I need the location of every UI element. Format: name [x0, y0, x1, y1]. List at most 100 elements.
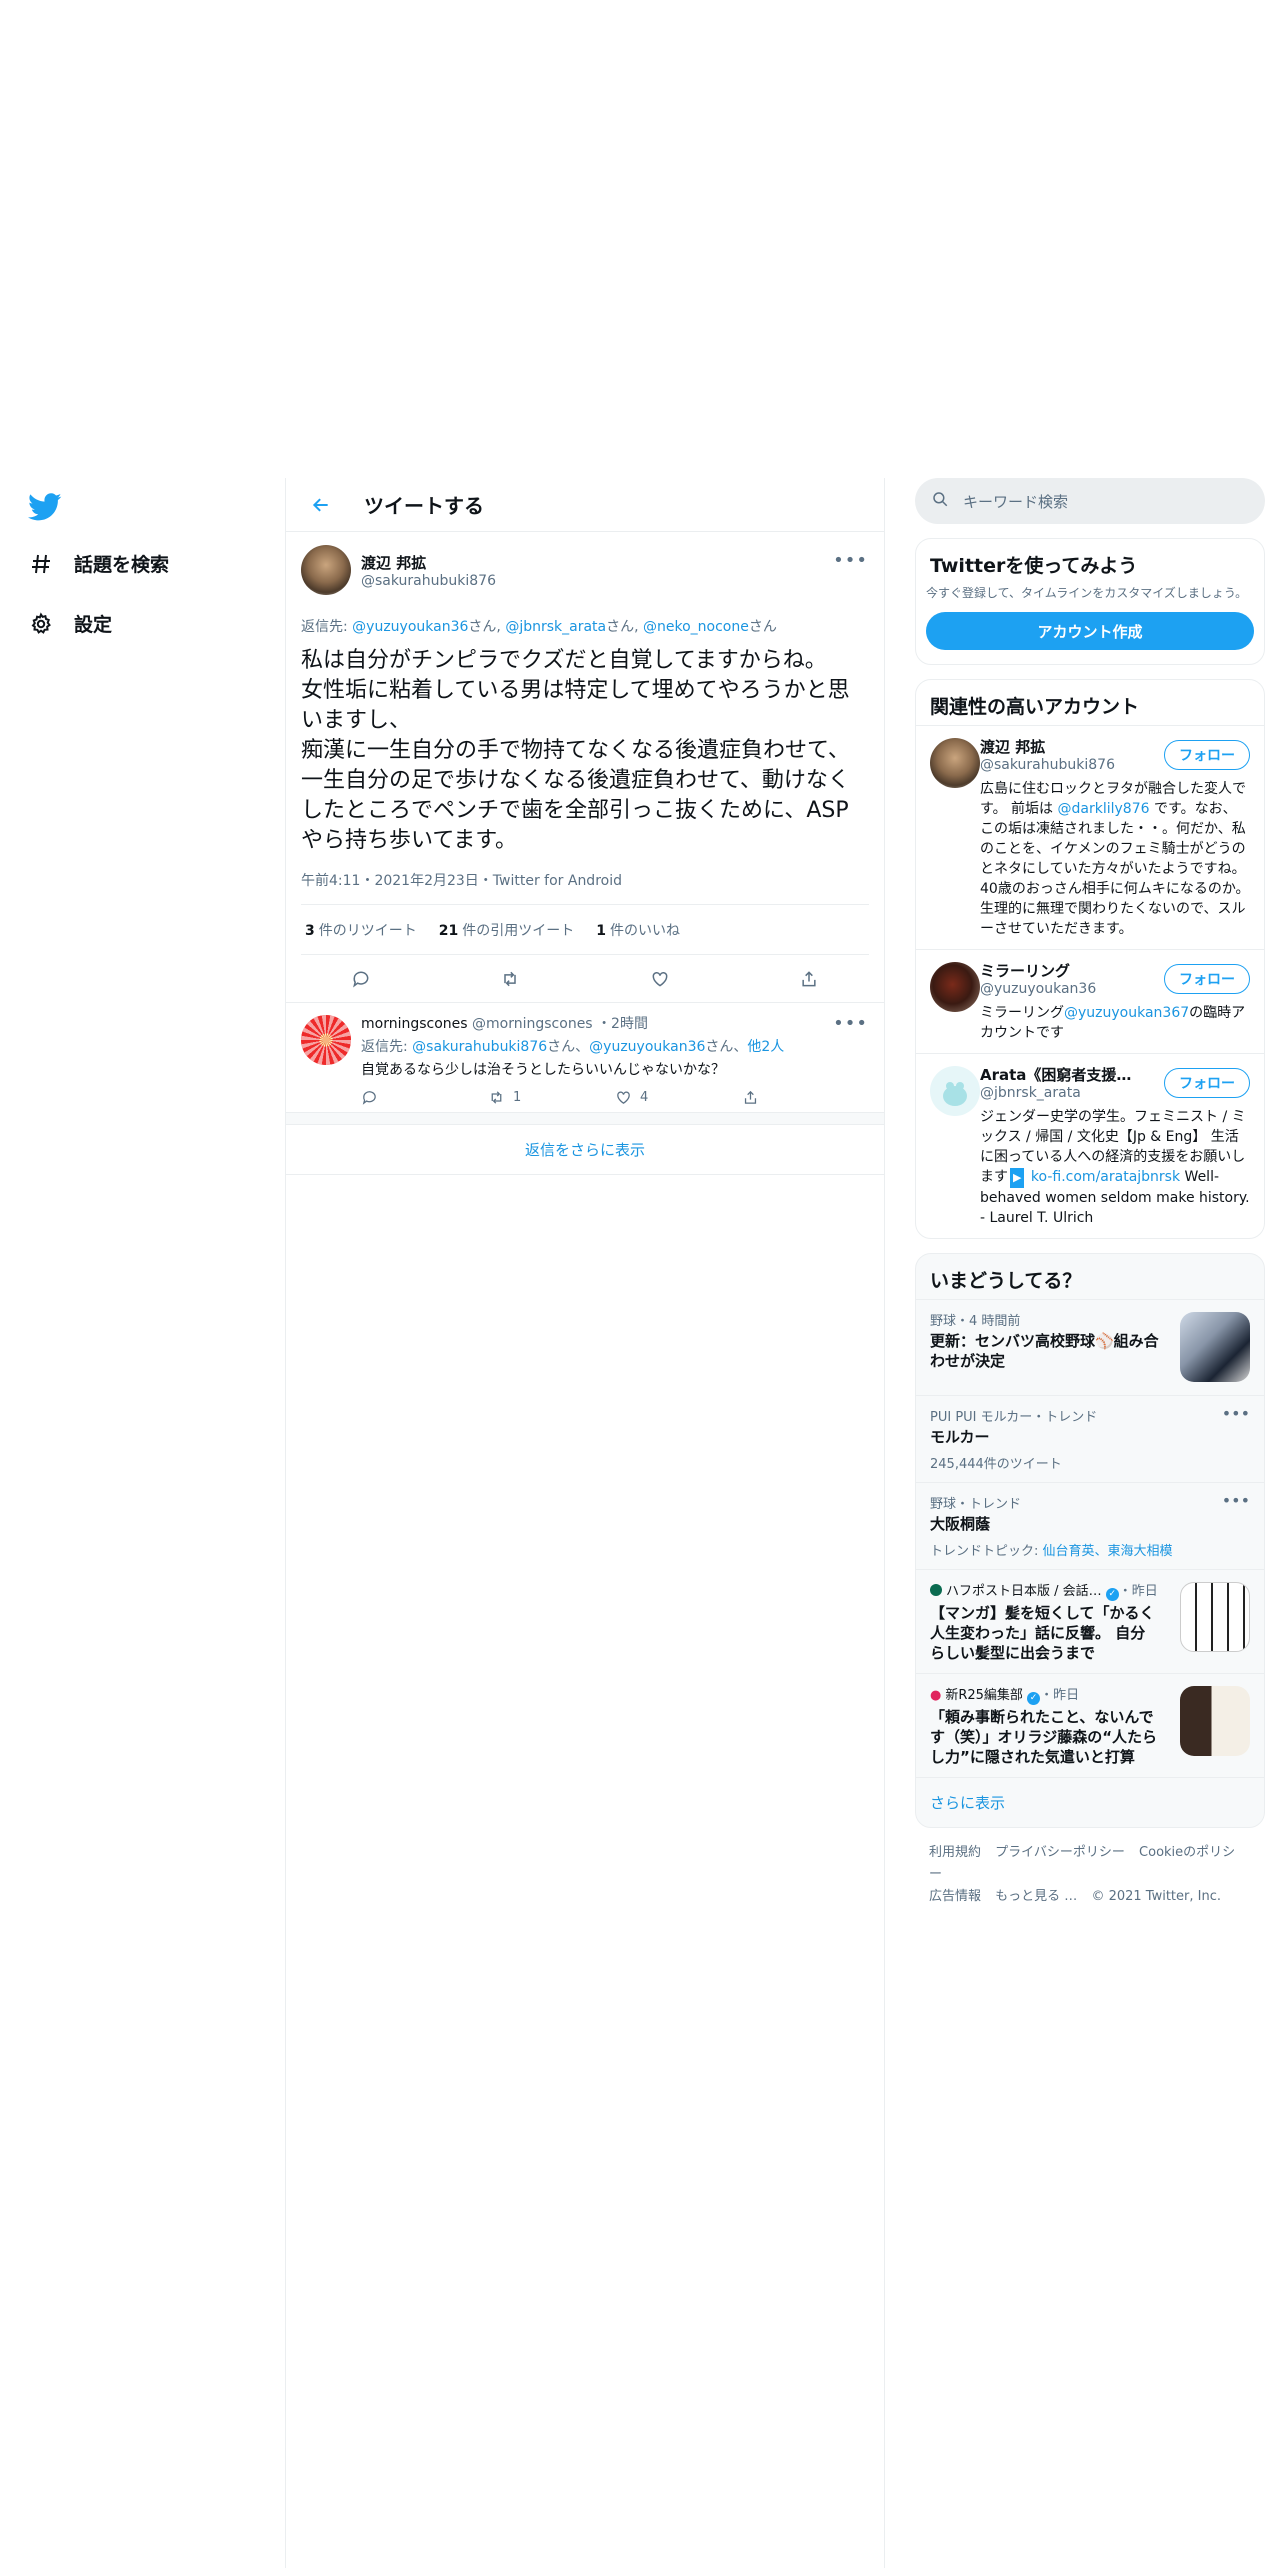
- tweet-author[interactable]: 渡辺 邦拡 @sakurahubuki876: [301, 542, 869, 598]
- trend-item[interactable]: PUI PUI モルカー・トレンド モルカー 245,444件のツイート •••: [916, 1395, 1264, 1482]
- account-item[interactable]: 渡辺 邦拡 @sakurahubuki876 フォロー 広島に住むロックとヲタが…: [916, 725, 1264, 949]
- tweet-timestamp[interactable]: 午前4:11・2021年2月23日・Twitter for Android: [301, 870, 869, 905]
- footer-link-ads[interactable]: 広告情報: [929, 1889, 981, 1904]
- account-item[interactable]: Arata《困窮者支援の… @jbnrsk_arata フォロー ジェンダー史学…: [916, 1053, 1264, 1238]
- account-item[interactable]: ミラーリング @yuzuyoukan36 フォロー ミラーリング@yuzuyou…: [916, 949, 1264, 1053]
- reply-to-user-3[interactable]: @neko_nocone: [643, 619, 749, 635]
- signup-subtitle: 今すぐ登録して、タイムラインをカスタマイズしましょう。: [926, 586, 1248, 600]
- more-options-icon[interactable]: •••: [1222, 1491, 1250, 1510]
- likes-stat[interactable]: 1 件のいいね: [596, 920, 680, 940]
- reply-text: 自覚あるなら少しは治そうとしたらいいんじゃないかな？: [361, 1062, 725, 1078]
- back-button[interactable]: [304, 488, 338, 522]
- reply-to-label: 返信先:: [301, 619, 348, 635]
- nav-item-explore[interactable]: 話題を検索: [28, 550, 169, 577]
- display-name[interactable]: 渡辺 邦拡: [361, 552, 496, 573]
- publisher-logo-icon: [930, 1584, 942, 1596]
- trend-title: 「頼み事断られたこと、ないんです（笑）」オリラジ藤森の“人たらし力”に隠された気…: [930, 1708, 1158, 1766]
- reply-body: morningscones @morningscones ・2時間 返信先: @…: [361, 1013, 869, 1106]
- create-account-button[interactable]: アカウント作成: [926, 612, 1254, 650]
- reply-to-others[interactable]: 他2人: [747, 1039, 784, 1055]
- trend-item[interactable]: 野球・4 時間前 更新：センバツ高校野球⚾組み合わせが決定: [916, 1299, 1264, 1395]
- reply-to-user-2[interactable]: @jbnrsk_arata: [505, 619, 606, 635]
- reply-to-user-2[interactable]: @yuzuyoukan36: [589, 1039, 705, 1055]
- verified-icon: ✓: [1027, 1692, 1041, 1705]
- reply-icon[interactable]: [361, 1089, 488, 1106]
- more-options-icon[interactable]: •••: [833, 1013, 868, 1034]
- retweets-stat[interactable]: 3 件のリツイート: [305, 920, 417, 940]
- main-tweet: 渡辺 邦拡 @sakurahubuki876 ••• 返信先: @yuzuyou…: [286, 532, 884, 955]
- trend-item[interactable]: ハフポスト日本版 / 会話… ✓ ・昨日 【マンガ】髪を短くして「かるく人生変わっ…: [916, 1569, 1264, 1673]
- verified-icon: ✓: [1105, 1588, 1119, 1601]
- tweet-stats: 3 件のリツイート 21 件の引用ツイート 1 件のいいね: [301, 905, 869, 955]
- reply-icon[interactable]: [344, 962, 378, 996]
- follow-button[interactable]: フォロー: [1164, 740, 1250, 770]
- main-column: ツイートする 渡辺 邦拡 @sakurahubuki876 ••• 返信先: @…: [285, 478, 885, 2568]
- more-options-icon[interactable]: •••: [833, 550, 868, 571]
- share-icon[interactable]: [792, 962, 826, 996]
- publisher-name: ハフポスト日本版 / 会話…: [946, 1584, 1102, 1599]
- reply-to-san: さん: [748, 619, 777, 635]
- hashtag-icon: [28, 551, 54, 577]
- trend-title: 大阪桐蔭: [930, 1515, 991, 1533]
- trend-topics-links[interactable]: 仙台育英、東海大相模: [1043, 1544, 1173, 1559]
- retweets-label: 件のリツイート: [318, 922, 417, 939]
- signup-card: Twitterを使ってみよう 今すぐ登録して、タイムラインをカスタマイズしましょ…: [915, 538, 1265, 665]
- reply-to-label: 返信先:: [361, 1039, 408, 1055]
- likes-label: 件のいいね: [609, 922, 680, 939]
- trend-context: PUI PUI モルカー・トレンド: [930, 1410, 1098, 1425]
- header: ツイートする: [286, 478, 884, 532]
- quotes-stat[interactable]: 21 件の引用ツイート: [439, 920, 574, 940]
- show-more-link[interactable]: さらに表示: [916, 1777, 1264, 1827]
- reply-tweet[interactable]: ••• morningscones @morningscones ・2時間 返信…: [286, 1003, 884, 1113]
- show-more-replies-link[interactable]: 返信をさらに表示: [286, 1125, 884, 1175]
- trends-card: いまどうしてる？ 野球・4 時間前 更新：センバツ高校野球⚾組み合わせが決定 P…: [915, 1253, 1265, 1828]
- retweet-icon[interactable]: [493, 962, 527, 996]
- like-icon[interactable]: 4: [615, 1089, 742, 1106]
- bio-link[interactable]: @darklily876: [1058, 801, 1150, 817]
- gear-icon: [28, 611, 54, 637]
- trend-item[interactable]: ● 新R25編集部 ✓ ・昨日 「頼み事断られたこと、ないんです（笑）」オリラジ藤森…: [916, 1673, 1264, 1777]
- account-name[interactable]: ミラーリング: [980, 960, 1140, 981]
- reply-time[interactable]: ・2時間: [597, 1016, 648, 1032]
- footer: 利用規約 プライバシーポリシー Cookieのポリシー 広告情報 もっと見る ……: [915, 1842, 1265, 1908]
- avatar[interactable]: [930, 1066, 980, 1116]
- like-icon[interactable]: [643, 962, 677, 996]
- follow-button[interactable]: フォロー: [1164, 964, 1250, 994]
- account-name[interactable]: 渡辺 邦拡: [980, 736, 1140, 757]
- bio-link[interactable]: @yuzuyoukan367: [1064, 1005, 1189, 1021]
- account-bio: 広島に住むロックとヲタが融合した変人です。 前垢は @darklily876 で…: [980, 779, 1250, 939]
- trend-topics-label: トレンドトピック:: [930, 1544, 1043, 1559]
- handle[interactable]: @sakurahubuki876: [361, 573, 496, 589]
- related-title: 関連性の高いアカウント: [930, 696, 1140, 718]
- reply-to: 返信先: @yuzuyoukan36さん, @jbnrsk_arataさん, @…: [301, 619, 777, 635]
- footer-link-terms[interactable]: 利用規約: [929, 1845, 981, 1860]
- avatar[interactable]: [301, 1015, 351, 1065]
- tweet-actions: [286, 955, 884, 1003]
- footer-link-more[interactable]: もっと見る …: [995, 1889, 1077, 1904]
- search-input[interactable]: キーワード検索: [915, 478, 1265, 524]
- nav-item-settings[interactable]: 設定: [28, 610, 112, 637]
- share-icon[interactable]: [742, 1089, 869, 1106]
- reply-to-user-1[interactable]: @yuzuyoukan36: [352, 619, 468, 635]
- trend-item[interactable]: 野球・トレンド 大阪桐蔭 トレンドトピック: 仙台育英、東海大相模 •••: [916, 1482, 1264, 1569]
- signup-title: Twitterを使ってみよう: [930, 555, 1138, 577]
- avatar[interactable]: [930, 962, 980, 1012]
- handle[interactable]: @morningscones: [472, 1016, 593, 1032]
- avatar[interactable]: [301, 545, 351, 595]
- account-name[interactable]: Arata《困窮者支援の…: [980, 1064, 1140, 1085]
- twitter-logo-icon[interactable]: [28, 490, 64, 526]
- trend-tweet-count: 245,444件のツイート: [930, 1457, 1062, 1472]
- page: 話題を検索 設定 ツイートする 渡辺 邦拡 @sakurahubuki876 •…: [0, 0, 1284, 2568]
- retweets-count: 3: [305, 922, 315, 939]
- display-name[interactable]: morningscones: [361, 1016, 468, 1032]
- tweet-text: 私は自分がチンピラでクズだと自覚してますからね。 女性垢に粘着している男は特定し…: [301, 648, 850, 853]
- follow-button[interactable]: フォロー: [1164, 1068, 1250, 1098]
- trend-context: 野球・トレンド: [930, 1497, 1022, 1512]
- more-options-icon[interactable]: •••: [1222, 1404, 1250, 1423]
- reply-to-user-1[interactable]: @sakurahubuki876: [412, 1039, 547, 1055]
- bio-link[interactable]: ko-fi.com/aratajbnrsk: [1026, 1169, 1180, 1185]
- footer-link-privacy[interactable]: プライバシーポリシー: [995, 1845, 1125, 1860]
- retweet-icon[interactable]: 1: [488, 1089, 615, 1106]
- trends-title: いまどうしてる？: [930, 1270, 1082, 1292]
- avatar[interactable]: [930, 738, 980, 788]
